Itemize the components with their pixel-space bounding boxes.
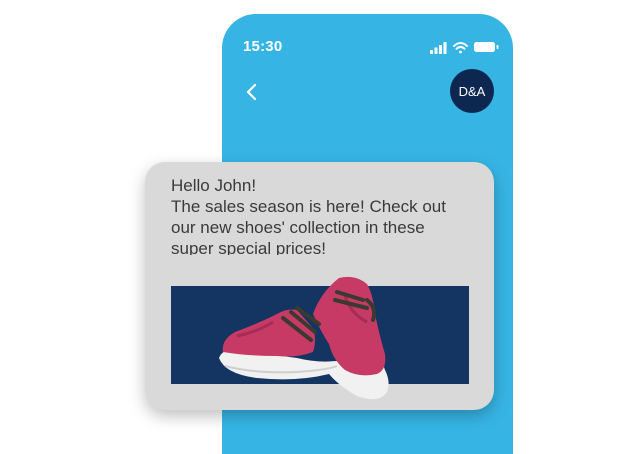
status-time: 15:30 (243, 38, 283, 55)
status-icons (430, 40, 500, 54)
avatar[interactable]: D&A (450, 69, 494, 113)
back-button[interactable] (242, 82, 262, 102)
sneaker-image (219, 276, 389, 400)
message-greeting: Hello John! (171, 176, 257, 195)
chevron-left-icon (246, 83, 257, 101)
message-bubble: Hello John! The sales season is here! Ch… (145, 162, 494, 410)
signal-icon (430, 42, 447, 54)
message-text: Hello John! The sales season is here! Ch… (171, 175, 471, 255)
message-body: The sales season is here! Check out our … (171, 197, 446, 255)
wifi-icon (453, 42, 468, 54)
battery-icon (474, 42, 499, 52)
